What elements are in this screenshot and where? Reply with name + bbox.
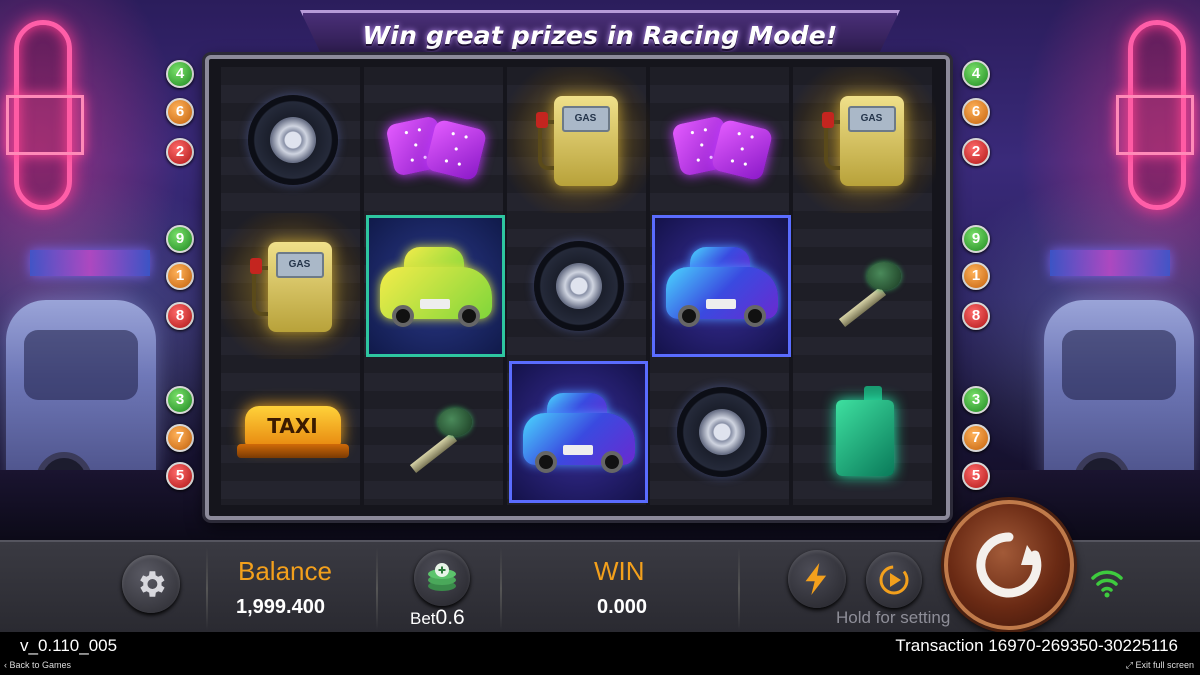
- payline-badge-1: 1: [962, 262, 990, 290]
- payline-badge-1: 1: [166, 262, 194, 290]
- reel-cell: GAS: [793, 67, 936, 213]
- bet-display: Bet0.6: [410, 606, 465, 630]
- bar-divider: [376, 548, 378, 630]
- back-to-games-label: Back to Games: [9, 660, 72, 670]
- version-text: v_0.110_005: [20, 636, 118, 655]
- gas-pump-icon: GAS: [535, 90, 622, 190]
- reel-cell: [364, 359, 507, 505]
- title-banner: Win great prizes in Racing Mode!: [300, 10, 900, 60]
- neon-bar-left: [6, 95, 84, 155]
- bar-divider: [500, 548, 502, 630]
- reel-frame: GAS GAS GAS TAXI: [205, 55, 950, 520]
- banner-title: Win great prizes in Racing Mode!: [362, 21, 838, 50]
- tire-icon: [533, 241, 624, 331]
- tire-icon: [247, 95, 338, 185]
- autoplay-button[interactable]: [866, 552, 922, 608]
- bet-button[interactable]: [414, 550, 470, 606]
- payline-badge-2: 2: [166, 138, 194, 166]
- spin-arrow-icon: [976, 532, 1042, 598]
- dice-icon: [384, 100, 488, 182]
- win-value: 0.000: [597, 596, 648, 618]
- tire-icon: [676, 387, 767, 477]
- hold-hint: Hold for setting: [836, 608, 951, 627]
- gas-pump-icon: GAS: [821, 90, 908, 190]
- key-icon: [825, 256, 905, 327]
- yellow-taxi-car-icon: [376, 241, 496, 331]
- payline-badge-8: 8: [166, 302, 194, 330]
- payline-badge-8: 8: [962, 302, 990, 330]
- reel-cell: [509, 361, 648, 503]
- bar-divider: [206, 548, 208, 630]
- bet-label: Bet: [410, 609, 436, 628]
- bet-value: 0.6: [435, 606, 465, 629]
- taxi-sign-icon: TAXI: [235, 402, 351, 462]
- payline-badge-5: 5: [166, 462, 194, 490]
- payline-badge-7: 7: [962, 424, 990, 452]
- reel-cell: [650, 359, 793, 505]
- blue-taxi-car-icon: [662, 241, 782, 331]
- tuk-tuk-right: [1044, 300, 1194, 508]
- neon-bar-right: [1116, 95, 1194, 155]
- gear-icon: [140, 571, 165, 597]
- reel-cell: [793, 213, 936, 359]
- dice-icon: [670, 100, 774, 182]
- balance-label: Balance: [238, 556, 332, 586]
- payline-badge-5: 5: [962, 462, 990, 490]
- tuk-tuk-left: [6, 300, 156, 508]
- payline-badge-4: 4: [166, 60, 194, 88]
- payline-badge-3: 3: [962, 386, 990, 414]
- key-icon: [396, 402, 476, 473]
- spin-button[interactable]: [944, 500, 1074, 630]
- reel-cell: GAS: [507, 67, 650, 213]
- win-label: WIN: [594, 556, 645, 586]
- exit-fullscreen-link[interactable]: ⤢ Exit full screen: [1126, 660, 1194, 671]
- jerry-can-icon: [830, 386, 900, 478]
- reel-cell: [364, 67, 507, 213]
- reel-grid: GAS GAS GAS TAXI: [221, 67, 936, 505]
- reel-cell: [650, 67, 793, 213]
- transaction-text: Transaction 16970-269350-30225116: [895, 636, 1178, 655]
- reel-cell: [221, 67, 364, 213]
- payline-badge-6: 6: [962, 98, 990, 126]
- payline-badge-9: 9: [166, 225, 194, 253]
- reel-cell: [507, 213, 650, 359]
- gas-pump-icon: GAS: [249, 236, 336, 336]
- reel-cell: [652, 215, 791, 357]
- lightning-icon: [805, 563, 827, 595]
- payline-badge-3: 3: [166, 386, 194, 414]
- coin-stack-plus-icon: [428, 563, 456, 591]
- bar-divider: [738, 548, 740, 630]
- wifi-icon: [1091, 570, 1123, 598]
- exit-fullscreen-label: Exit full screen: [1135, 660, 1194, 670]
- reel-cell: [366, 215, 505, 357]
- payline-badge-2: 2: [962, 138, 990, 166]
- payline-badge-4: 4: [962, 60, 990, 88]
- balance-value: 1,999.400: [236, 596, 325, 618]
- autoplay-icon: [879, 565, 909, 595]
- payline-badge-9: 9: [962, 225, 990, 253]
- settings-button[interactable]: [122, 555, 180, 613]
- shop-lights-right: [1050, 250, 1170, 276]
- reel-cell: [793, 359, 936, 505]
- shop-lights-left: [30, 250, 150, 276]
- payline-badge-7: 7: [166, 424, 194, 452]
- back-to-games-link[interactable]: ‹ Back to Games: [4, 660, 71, 670]
- blue-taxi-car-icon: [519, 387, 639, 477]
- reel-cell: GAS: [221, 213, 364, 359]
- payline-badge-6: 6: [166, 98, 194, 126]
- reel-cell: TAXI: [221, 359, 364, 505]
- turbo-button[interactable]: [788, 550, 846, 608]
